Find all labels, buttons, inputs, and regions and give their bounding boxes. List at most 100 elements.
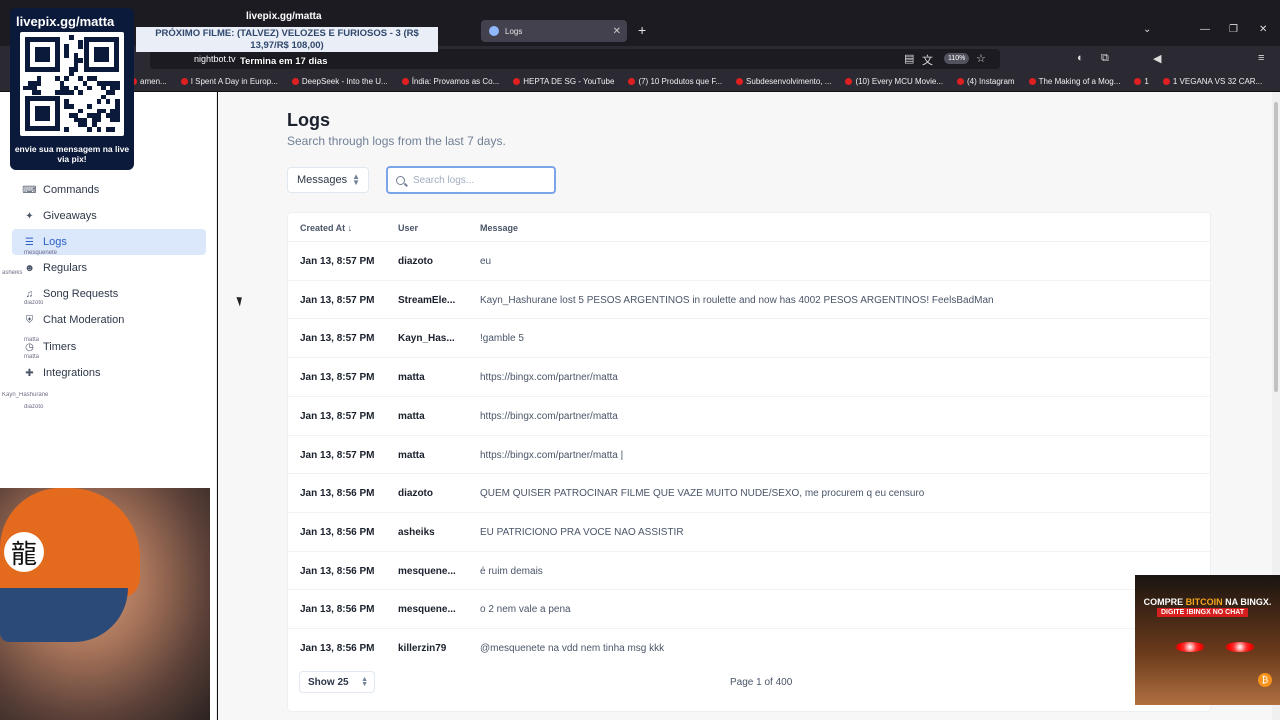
- row-user[interactable]: diazoto: [398, 256, 460, 267]
- bookmark-item[interactable]: Índia: Provamos as Co...: [401, 77, 499, 86]
- qr-module: [96, 127, 102, 132]
- row-date: Jan 13, 8:56 PM: [300, 565, 375, 577]
- log-type-select[interactable]: Messages ▲ ▼: [287, 167, 369, 193]
- sidebar-item-regulars[interactable]: ☻ Regulars: [12, 255, 206, 281]
- extensions-puzzle-icon[interactable]: ⧉: [1101, 52, 1109, 65]
- table-row: Jan 13, 8:57 PM Kayn_Has... !gamble 5: [288, 318, 1210, 357]
- search-input[interactable]: [413, 174, 543, 186]
- row-user[interactable]: mesquene...: [398, 566, 460, 577]
- page-size-select[interactable]: Show 25 ▲ ▼: [299, 671, 375, 693]
- audio-icon[interactable]: ◀: [1153, 52, 1161, 65]
- bookmark-item[interactable]: (7) 10 Produtos que F...: [628, 77, 722, 86]
- translate-icon[interactable]: 文: [922, 52, 933, 68]
- qr-module: [69, 104, 74, 109]
- row-user[interactable]: diazoto: [398, 488, 460, 499]
- table-row: Jan 13, 8:57 PM StreamEle... Kayn_Hashuran…: [288, 279, 1210, 319]
- bookmark-item[interactable]: I Spent A Day in Europ...: [180, 77, 278, 86]
- sidebar-item-giveaways[interactable]: ✦ Giveaways: [12, 203, 206, 229]
- bookmark-item[interactable]: Subdesenvolvimento, ...: [736, 77, 831, 86]
- page-subtitle: Search through logs from the last 7 days…: [287, 134, 506, 148]
- extension-icon[interactable]: ◐: [1077, 52, 1084, 64]
- bookmark-favicon-icon: [180, 78, 188, 85]
- sidebar-item-timers[interactable]: ◷ Timers: [12, 334, 206, 360]
- qr-module: [115, 117, 120, 123]
- row-user[interactable]: Kayn_Has...: [398, 333, 460, 344]
- bookmark-item[interactable]: HEPTA DE SG - YouTube: [513, 77, 614, 86]
- bitcoin-icon: ₿: [1258, 673, 1272, 687]
- row-message: Kayn_Hashurane lost 5 PESOS ARGENTINOS i…: [480, 294, 994, 306]
- qr-module: [64, 53, 69, 58]
- sidebar-item-integrations[interactable]: ✚ Integrations: [12, 360, 206, 386]
- minimize-icon[interactable]: —: [1200, 24, 1210, 35]
- chat-overlay-name: diazoto: [24, 404, 44, 410]
- bookmark-label: I Spent A Day in Europ...: [190, 77, 278, 86]
- qr-module: [78, 108, 83, 114]
- maximize-icon[interactable]: ❐: [1229, 24, 1238, 35]
- tab-list-icon[interactable]: ⌄: [1143, 24, 1151, 35]
- bookmark-label: 1 VEGANA VS 32 CAR...: [1172, 77, 1263, 86]
- row-message: https://bingx.com/partner/matta |: [480, 449, 624, 461]
- qr-module: [69, 35, 74, 40]
- new-tab-icon[interactable]: +: [638, 22, 646, 38]
- livepix-caption: envie sua mensagem na live via pix!: [14, 144, 130, 164]
- sidebar-item-label: Chat Moderation: [43, 314, 125, 326]
- bookmark-star-icon[interactable]: ☆: [976, 52, 986, 65]
- row-user[interactable]: killerzin79: [398, 643, 460, 654]
- page-title: Logs: [287, 110, 330, 130]
- search-box[interactable]: [386, 166, 556, 194]
- cap: 龍: [0, 488, 140, 598]
- window-close-icon[interactable]: ✕: [1259, 24, 1267, 35]
- bookmark-item[interactable]: DeepSeek - Into the U...: [291, 77, 388, 86]
- scrollbar-thumb[interactable]: [1274, 102, 1278, 392]
- table-row: Jan 13, 8:56 PM mesquene... é ruim demais: [288, 550, 1210, 590]
- qr-module: [94, 46, 110, 62]
- terminal-icon: ⌨: [22, 184, 37, 196]
- ad-headline-b: BITCOIN: [1185, 597, 1223, 607]
- table-header: Created At ↓ User Message: [288, 213, 1210, 241]
- zoom-level[interactable]: 110%: [944, 53, 970, 64]
- row-date: Jan 13, 8:57 PM: [300, 333, 375, 345]
- bookmark-item[interactable]: 1 VEGANA VS 32 CAR...: [1162, 77, 1263, 86]
- row-user[interactable]: asheiks: [398, 527, 460, 538]
- qr-module: [73, 67, 79, 72]
- bookmark-item[interactable]: (10) Every MCU Movie...: [845, 77, 943, 86]
- row-date: Jan 13, 8:56 PM: [300, 488, 375, 500]
- table-row: Jan 13, 8:57 PM matta https://bingx.com/pa…: [288, 434, 1210, 474]
- bookmark-label: (4) Instagram: [967, 77, 1015, 86]
- column-created-at[interactable]: Created At ↓: [300, 223, 352, 233]
- sidebar-item-chat-moderation[interactable]: ⛨ Chat Moderation: [12, 307, 206, 333]
- row-user[interactable]: matta: [398, 411, 460, 422]
- bookmark-item[interactable]: The Making of a Mog...: [1028, 77, 1120, 86]
- row-message: EU PATRICIONO PRA VOCE NAO ASSISTIR: [480, 526, 684, 538]
- sidebar-item-label: Song Requests: [43, 288, 119, 300]
- bookmark-item[interactable]: (4) Instagram: [957, 77, 1015, 86]
- qr-module: [87, 127, 92, 132]
- row-user[interactable]: mesquene...: [398, 604, 460, 615]
- sidebar-item-label: Commands: [43, 184, 100, 196]
- table-row: Jan 13, 8:57 PM matta https://bingx.com/pa…: [288, 395, 1210, 435]
- menu-icon[interactable]: ≡: [1258, 52, 1264, 64]
- row-date: Jan 13, 8:57 PM: [300, 410, 375, 422]
- table-row: Jan 13, 8:56 PM mesquene... o 2 nem vale a…: [288, 589, 1210, 628]
- row-message: é ruim demais: [480, 565, 543, 577]
- sidebar-item-label: Integrations: [43, 367, 101, 379]
- qr-module: [36, 90, 42, 95]
- row-user[interactable]: StreamEle...: [398, 295, 460, 306]
- bookmark-item[interactable]: amen...: [130, 77, 167, 86]
- bookmark-favicon-icon: [845, 78, 853, 85]
- close-tab-icon[interactable]: ✕: [613, 26, 621, 37]
- qr-module: [96, 99, 102, 104]
- qr-module: [87, 85, 92, 91]
- qr-module: [105, 99, 111, 104]
- bookmark-item[interactable]: 1: [1134, 77, 1149, 86]
- qr-module: [69, 71, 74, 77]
- row-user[interactable]: matta: [398, 450, 460, 461]
- row-user[interactable]: matta: [398, 372, 460, 383]
- qr-module: [87, 104, 92, 109]
- row-date: Jan 13, 8:57 PM: [300, 256, 375, 267]
- sidebar-item-commands[interactable]: ⌨ Commands: [12, 177, 206, 203]
- chat-overlay-name: matta: [24, 337, 40, 343]
- row-date: Jan 13, 8:56 PM: [300, 604, 375, 616]
- tab-logs[interactable]: Logs ✕: [481, 20, 627, 42]
- reader-view-icon[interactable]: ▤: [904, 52, 914, 65]
